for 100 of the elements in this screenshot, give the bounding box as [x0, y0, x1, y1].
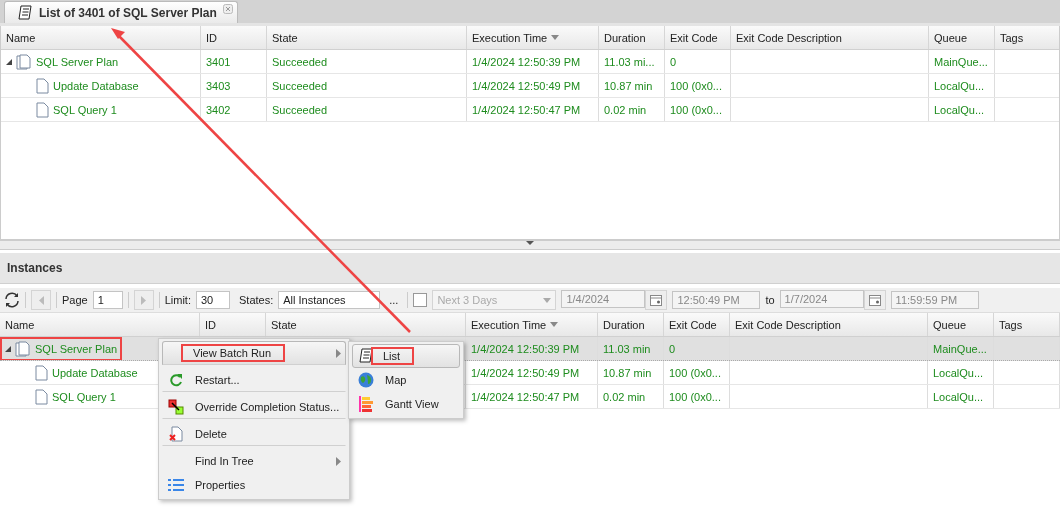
page-input[interactable]: 1: [92, 291, 123, 309]
table-cell: 100 (0x0...: [664, 361, 730, 384]
refresh-icon: [169, 373, 183, 387]
table-cell: LocalQu...: [928, 385, 994, 408]
table-cell: 11.03 min: [598, 337, 664, 360]
refresh-icon[interactable]: [4, 292, 20, 308]
column-header[interactable]: ID: [201, 26, 267, 49]
calendar-icon: [868, 294, 881, 306]
table-cell: 1/4/2024 12:50:39 PM: [467, 50, 599, 73]
table-cell: 1/4/2024 12:50:47 PM: [466, 385, 598, 408]
table-cell: Succeeded: [267, 50, 467, 73]
table-cell: 10.87 min: [599, 74, 665, 97]
column-header[interactable]: Queue: [928, 313, 994, 336]
row-name: Update Database: [53, 79, 139, 92]
table-row[interactable]: Update Database 3403 Succeeded 1/4/2024 12:50:49 PM 10.87 min 100 (0x0... LocalQu...: [1, 74, 1059, 98]
globe-icon: [358, 372, 374, 388]
calendar-icon: [650, 294, 663, 306]
table-cell: 100 (0x0...: [665, 74, 731, 97]
document-icon: [35, 364, 48, 381]
table-cell: 10.87 min: [598, 361, 664, 384]
clipboard-list-icon: [358, 348, 374, 364]
row-name: SQL Server Plan: [36, 55, 119, 68]
table-cell: 0: [664, 337, 730, 360]
menu-item[interactable]: Properties: [162, 473, 347, 497]
column-header[interactable]: Exit Code Description: [731, 26, 929, 49]
documents-icon: [16, 53, 32, 70]
states-input[interactable]: All Instances: [278, 291, 381, 309]
calendar-button[interactable]: [645, 290, 668, 310]
more-button[interactable]: ...: [389, 294, 399, 306]
table-cell: Succeeded: [267, 98, 467, 121]
calendar-button[interactable]: [863, 290, 886, 310]
column-header[interactable]: Exit Code: [665, 26, 731, 49]
table-cell: LocalQu...: [928, 361, 994, 384]
expand-caret-icon[interactable]: [5, 345, 11, 352]
documents-icon: [15, 340, 31, 357]
column-header[interactable]: Execution Time: [466, 313, 598, 336]
to-label: to: [765, 294, 775, 306]
table-cell: 100 (0x0...: [664, 385, 730, 408]
states-label: States:: [239, 294, 274, 306]
right-arrow-icon: [141, 295, 147, 305]
document-icon: [36, 101, 49, 118]
table-cell: 3402: [201, 98, 267, 121]
table-cell: 3403: [201, 74, 267, 97]
table-cell: 0.02 min: [599, 98, 665, 121]
table-cell: Succeeded: [267, 74, 467, 97]
table-cell: 11.03 mi...: [599, 50, 665, 73]
document-icon: [36, 77, 49, 94]
menu-item[interactable]: Find In Tree: [162, 449, 347, 473]
document-icon: [35, 388, 48, 405]
delete-document-icon: [169, 426, 183, 442]
column-header[interactable]: Tags: [994, 313, 1060, 336]
tab-title: List of 3401 of SQL Server Plan: [39, 5, 217, 20]
column-header[interactable]: Queue: [929, 26, 995, 49]
row-name: SQL Query 1: [52, 390, 116, 403]
submenu-arrow-icon: [336, 456, 342, 466]
row-name: SQL Query 1: [53, 103, 117, 116]
menu-item[interactable]: Restart...: [162, 368, 347, 392]
table-cell: LocalQu...: [929, 74, 995, 97]
column-header[interactable]: State: [266, 313, 466, 336]
close-icon[interactable]: [222, 4, 233, 14]
menu-item[interactable]: View Batch Run: [162, 341, 347, 365]
column-header[interactable]: Duration: [599, 26, 665, 49]
menu-item[interactable]: Override Completion Status...: [162, 395, 347, 419]
table-cell: 1/4/2024 12:50:49 PM: [467, 74, 599, 97]
menu-item[interactable]: List: [352, 344, 460, 368]
clipboard-list-icon: [17, 4, 33, 21]
table-cell: 0.02 min: [598, 385, 664, 408]
row-name: SQL Server Plan: [35, 342, 118, 355]
table-cell: 100 (0x0...: [665, 98, 731, 121]
table-cell: 1/4/2024 12:50:39 PM: [466, 337, 598, 360]
override-status-icon: [168, 399, 184, 415]
column-header[interactable]: Duration: [598, 313, 664, 336]
column-header[interactable]: Tags: [995, 26, 1060, 49]
column-header[interactable]: Exit Code Description: [730, 313, 928, 336]
table-cell: LocalQu...: [929, 98, 995, 121]
expand-caret-icon[interactable]: [6, 58, 12, 65]
dropdown-caret-icon: [543, 297, 552, 303]
column-header[interactable]: State: [267, 26, 467, 49]
table-row[interactable]: SQL Query 1 3402 Succeeded 1/4/2024 12:50:47 PM 0.02 min 100 (0x0... LocalQu...: [1, 98, 1059, 122]
row-name: Update Database: [52, 366, 138, 379]
menu-item[interactable]: Delete: [162, 422, 347, 446]
gantt-chart-icon: [359, 396, 373, 412]
table-cell: MainQue...: [929, 50, 995, 73]
table-cell: 3401: [201, 50, 267, 73]
table-row[interactable]: SQL Server Plan 3401 Succeeded 1/4/2024 12:50:39 PM 11.03 mi... 0 MainQue...: [1, 50, 1059, 74]
limit-input[interactable]: 30: [196, 291, 230, 309]
column-header[interactable]: Name: [0, 313, 200, 336]
checkbox[interactable]: [413, 293, 428, 307]
table-cell: MainQue...: [928, 337, 994, 360]
document-tab[interactable]: List of 3401 of SQL Server Plan: [4, 1, 238, 23]
table-cell: 1/4/2024 12:50:47 PM: [467, 98, 599, 121]
table-cell: 0: [665, 50, 731, 73]
list-icon: [168, 478, 184, 492]
page-label: Page: [62, 294, 88, 306]
column-header[interactable]: Execution Time: [467, 26, 599, 49]
column-header[interactable]: ID: [200, 313, 266, 336]
column-header[interactable]: Exit Code: [664, 313, 730, 336]
submenu-arrow-icon: [336, 348, 342, 358]
sort-down-icon: [551, 35, 560, 40]
sort-down-icon: [550, 322, 559, 327]
